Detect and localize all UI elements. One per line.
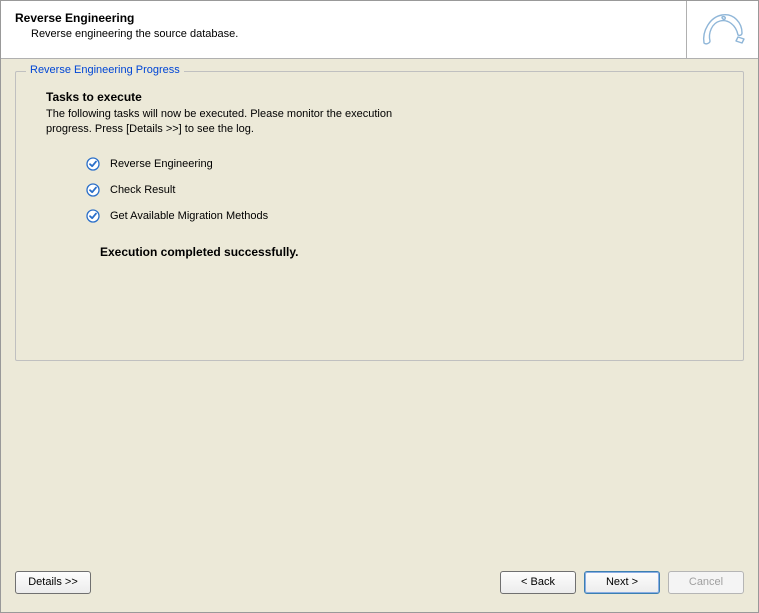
mysql-dolphin-icon xyxy=(686,1,758,58)
cancel-button: Cancel xyxy=(668,571,744,594)
page-subtitle: Reverse engineering the source database. xyxy=(15,28,686,40)
header-text-block: Reverse Engineering Reverse engineering … xyxy=(1,1,686,58)
back-button[interactable]: < Back xyxy=(500,571,576,594)
wizard-body: Reverse Engineering Progress Tasks to ex… xyxy=(1,59,758,564)
task-item: Get Available Migration Methods xyxy=(86,209,719,223)
page-title: Reverse Engineering xyxy=(15,11,686,25)
tasks-heading: Tasks to execute xyxy=(46,90,719,104)
wizard-window: Reverse Engineering Reverse engineering … xyxy=(0,0,759,613)
task-label: Reverse Engineering xyxy=(110,158,213,170)
checkmark-icon xyxy=(86,183,100,197)
wizard-footer: Details >> < Back Next > Cancel xyxy=(1,564,758,612)
progress-groupbox: Reverse Engineering Progress Tasks to ex… xyxy=(15,71,744,361)
details-button[interactable]: Details >> xyxy=(15,571,91,594)
status-message: Execution completed successfully. xyxy=(46,245,719,259)
task-label: Get Available Migration Methods xyxy=(110,210,268,222)
groupbox-legend: Reverse Engineering Progress xyxy=(26,64,184,76)
task-list: Reverse Engineering Check Result xyxy=(46,157,719,223)
task-label: Check Result xyxy=(110,184,175,196)
next-button[interactable]: Next > xyxy=(584,571,660,594)
wizard-header: Reverse Engineering Reverse engineering … xyxy=(1,1,758,59)
checkmark-icon xyxy=(86,157,100,171)
checkmark-icon xyxy=(86,209,100,223)
tasks-description: The following tasks will now be executed… xyxy=(46,107,396,137)
task-item: Reverse Engineering xyxy=(86,157,719,171)
task-item: Check Result xyxy=(86,183,719,197)
